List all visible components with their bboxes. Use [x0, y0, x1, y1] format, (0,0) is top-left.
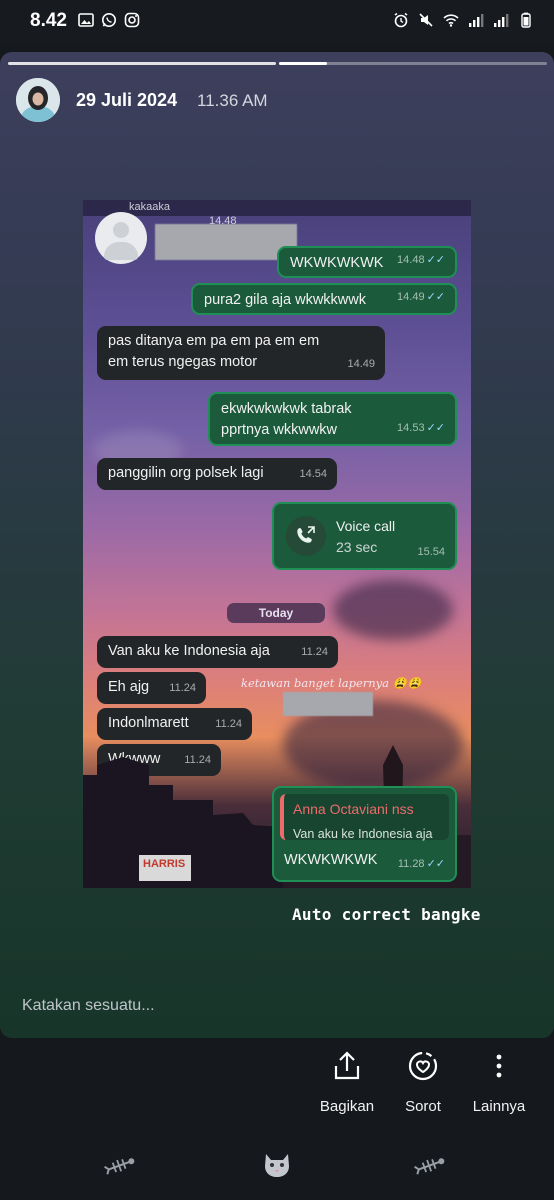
cut-message-text: kakaaka: [129, 201, 170, 213]
story-time: 11.36 AM: [197, 91, 268, 110]
message-bubble: Eh ajg 11.24: [97, 672, 206, 704]
share-button[interactable]: Bagikan: [307, 1050, 387, 1115]
reply-message-bubble: Anna Octaviani nss Van aku ke Indonesia …: [272, 786, 457, 882]
highlight-heart-icon: [408, 1051, 438, 1081]
story-date: 29 Juli 2024: [76, 90, 178, 110]
signal-icon: [469, 14, 484, 27]
signal-icon: [494, 14, 509, 27]
message-bubble: panggilin org polsek lagi 14.54: [97, 458, 337, 490]
story-progress-2: [279, 62, 547, 65]
message-bubble: Van aku ke Indonesia aja 11.24: [97, 636, 338, 668]
avatar[interactable]: [16, 78, 60, 122]
chat-screenshot: kakaaka 14.48 WKWKWKWK 14.48 ✓✓ pura2 gil…: [83, 200, 471, 888]
blurred-sticker: [283, 692, 373, 716]
read-ticks-icon: ✓✓: [426, 858, 445, 870]
share-icon: [334, 1051, 360, 1080]
fish-bone-icon[interactable]: [414, 1150, 448, 1180]
wifi-icon: [443, 14, 459, 27]
read-ticks-icon: ✓✓: [426, 254, 445, 266]
sign-text: HARRIS: [143, 858, 186, 870]
instagram-icon: [124, 12, 140, 28]
status-bar: 8.42: [0, 0, 554, 44]
battery-icon: [521, 12, 531, 28]
message-bubble: ekwkwkwkwk tabrak pprtnya wkkwwkw 14.53 ✓…: [208, 392, 457, 446]
highlight-button[interactable]: Sorot: [383, 1050, 463, 1115]
message-bubble: Indonlmarett 11.24: [97, 708, 252, 740]
story-viewer[interactable]: 29 Juli 2024 11.36 AM kakaaka 14.48 WKWK…: [0, 52, 554, 1038]
image-icon: [78, 13, 94, 27]
story-caption: Auto correct bangke: [292, 905, 481, 924]
blurred-name: [155, 224, 297, 260]
more-button[interactable]: Lainnya: [459, 1050, 539, 1115]
whatsapp-icon: [102, 13, 116, 27]
handwritten-note: ketawan banget lapernya 😩😩: [241, 676, 422, 690]
top-strip: kakaaka: [83, 200, 471, 216]
contact-avatar: [95, 212, 147, 264]
read-ticks-icon: ✓✓: [426, 422, 445, 434]
day-separator: Today: [227, 603, 325, 623]
phone-call-icon: [286, 516, 326, 556]
story-progress-1: [8, 62, 276, 65]
status-time: 8.42: [30, 10, 67, 31]
message-bubble: pas ditanya em pa em pa em em em terus n…: [97, 326, 385, 380]
voice-call-bubble: Voice call 23 sec 15.54: [272, 502, 457, 570]
cat-icon[interactable]: [260, 1150, 294, 1180]
alarm-icon: [394, 12, 408, 28]
mute-icon: [419, 13, 433, 27]
quoted-message: Anna Octaviani nss Van aku ke Indonesia …: [280, 794, 449, 841]
message-bubble: pura2 gila aja wkwkkwwk 14.49 ✓✓: [191, 283, 457, 315]
read-ticks-icon: ✓✓: [426, 291, 445, 303]
more-vertical-icon: [496, 1054, 502, 1078]
message-bubble: WKWKWKWK 14.48 ✓✓: [277, 246, 457, 278]
fish-bone-icon[interactable]: [104, 1150, 138, 1180]
reply-input[interactable]: Katakan sesuatu...: [22, 997, 155, 1015]
